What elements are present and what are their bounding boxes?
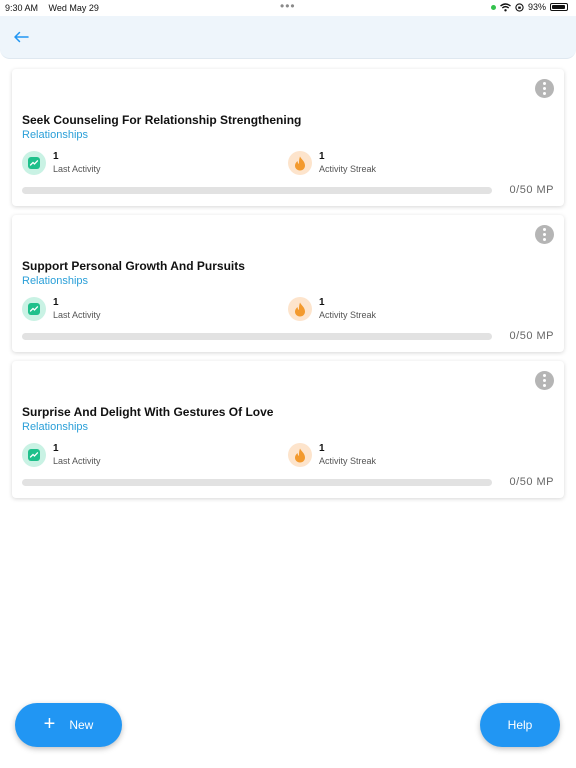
progress-bar (22, 333, 492, 340)
help-button[interactable]: Help (480, 703, 560, 747)
goal-title: Seek Counseling For Relationship Strengt… (22, 113, 302, 127)
goal-category: Relationships (22, 421, 89, 433)
more-options-button[interactable] (535, 371, 554, 390)
status-date: Wed May 29 (48, 3, 99, 13)
more-options-button[interactable] (535, 225, 554, 244)
goal-card[interactable]: Support Personal Growth And Pursuits Rel… (12, 215, 564, 352)
progress-text: 0/50 MP (509, 476, 554, 488)
activity-streak-label: Activity Streak (319, 456, 377, 466)
new-button-label: New (69, 718, 94, 732)
battery-percentage: 93% (527, 2, 546, 12)
orientation-lock-icon (515, 2, 524, 12)
flame-icon (288, 151, 312, 175)
flame-icon (288, 443, 312, 467)
arrow-left-icon (14, 31, 29, 43)
goal-card[interactable]: Seek Counseling For Relationship Strengt… (12, 69, 564, 206)
last-activity-label: Last Activity (53, 310, 101, 320)
activity-streak-value: 1 (319, 151, 325, 162)
help-button-label: Help (507, 718, 533, 732)
last-activity-value: 1 (53, 297, 59, 308)
activity-chart-icon (22, 151, 46, 175)
camera-indicator-icon (490, 4, 496, 10)
battery-icon (550, 3, 568, 11)
plus-icon: + (43, 713, 56, 735)
progress-bar (22, 187, 492, 194)
goal-card[interactable]: Surprise And Delight With Gestures Of Lo… (12, 361, 564, 498)
more-options-button[interactable] (535, 79, 554, 98)
goal-title: Surprise And Delight With Gestures Of Lo… (22, 405, 274, 419)
last-activity-label: Last Activity (53, 456, 101, 466)
flame-icon (288, 297, 312, 321)
progress-text: 0/50 MP (509, 330, 554, 342)
activity-streak-value: 1 (319, 443, 325, 454)
header-bar (0, 16, 576, 59)
activity-streak-label: Activity Streak (319, 310, 377, 320)
goal-category: Relationships (22, 129, 89, 141)
goal-title: Support Personal Growth And Pursuits (22, 259, 245, 273)
activity-chart-icon (22, 443, 46, 467)
back-button[interactable] (8, 24, 34, 50)
goal-category: Relationships (22, 275, 89, 287)
status-time: 9:30 AM (5, 3, 39, 13)
progress-text: 0/50 MP (509, 184, 554, 196)
last-activity-value: 1 (53, 443, 59, 454)
multitasking-dots-icon[interactable]: ••• (280, 0, 296, 13)
activity-chart-icon (22, 297, 46, 321)
status-bar: 9:30 AM Wed May 29 ••• 93% (0, 0, 576, 16)
activity-streak-value: 1 (319, 297, 325, 308)
wifi-icon (500, 2, 511, 11)
last-activity-value: 1 (53, 151, 59, 162)
new-button[interactable]: + New (15, 703, 122, 747)
activity-streak-label: Activity Streak (319, 164, 377, 174)
progress-bar (22, 479, 492, 486)
last-activity-label: Last Activity (53, 164, 101, 174)
